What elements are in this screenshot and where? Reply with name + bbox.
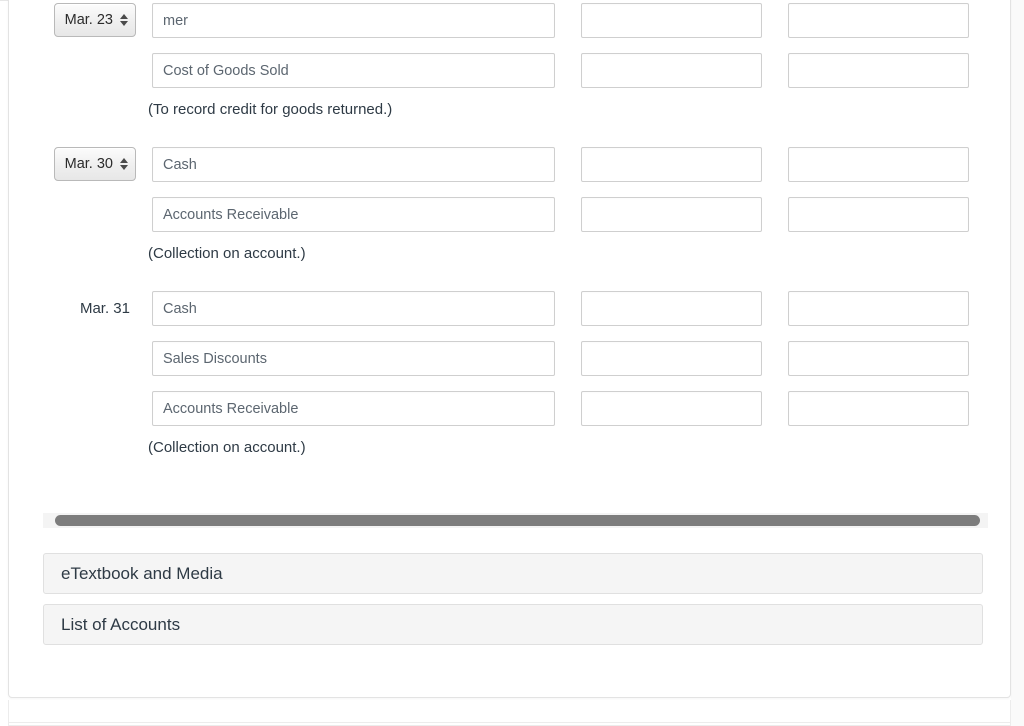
debit-input-0-0[interactable] [581, 3, 762, 38]
accordion-label: List of Accounts [61, 614, 181, 634]
page-footer-strip [8, 700, 1011, 726]
account-input-2-2[interactable] [152, 391, 555, 426]
date-select-value: Mar. 30 [64, 156, 113, 172]
debit-input-2-1[interactable] [581, 341, 762, 376]
journal-row [9, 333, 1010, 383]
journal-row [9, 189, 1010, 239]
date-cell: Mar. 30 [9, 139, 144, 189]
date-cell [9, 383, 144, 433]
credit-input-1-1[interactable] [788, 197, 969, 232]
right-gutter [1011, 0, 1024, 726]
account-input-1-0[interactable] [152, 147, 555, 182]
account-input-1-1[interactable] [152, 197, 555, 232]
explanation-row: (To record credit for goods returned.) [9, 95, 1010, 139]
entry-explanation-0: (To record credit for goods returned.) [148, 101, 393, 118]
account-input-0-1[interactable] [152, 53, 555, 88]
date-select-0[interactable]: Mar. 23 [53, 3, 136, 37]
date-select-1[interactable]: Mar. 30 [53, 147, 136, 181]
credit-input-1-0[interactable] [788, 147, 969, 182]
journal-row [9, 45, 1010, 95]
date-cell [9, 333, 144, 383]
entry-explanation-2: (Collection on account.) [148, 439, 306, 456]
debit-input-2-2[interactable] [581, 391, 762, 426]
account-input-2-0[interactable] [152, 291, 555, 326]
debit-input-0-1[interactable] [581, 53, 762, 88]
accordion-list-of-accounts[interactable]: List of Accounts [43, 604, 983, 645]
debit-input-1-1[interactable] [581, 197, 762, 232]
debit-input-2-0[interactable] [581, 291, 762, 326]
explanation-row: (Collection on account.) [9, 433, 1010, 477]
spinner-arrows-icon [120, 155, 128, 173]
credit-input-0-0[interactable] [788, 3, 969, 38]
explanation-row: (Collection on account.) [9, 239, 1010, 283]
credit-input-2-2[interactable] [788, 391, 969, 426]
journal-row [9, 383, 1010, 433]
spinner-arrows-icon [120, 11, 128, 29]
journal-row: Mar. 30 [9, 139, 1010, 189]
journal-entry-card: Mar. 23 mer Cost of Goods Sold (To recor… [8, 0, 1011, 698]
date-cell: Mar. 23 [9, 0, 144, 45]
page-root: Mar. 23 mer Cost of Goods Sold (To recor… [0, 0, 1024, 726]
footer-divider [9, 722, 1010, 723]
date-cell [9, 45, 144, 95]
account-input-2-1[interactable] [152, 341, 555, 376]
debit-input-1-0[interactable] [581, 147, 762, 182]
credit-input-0-1[interactable] [788, 53, 969, 88]
date-cell: Mar. 31 [9, 283, 144, 333]
date-text-2: Mar. 31 [79, 299, 130, 317]
credit-input-2-1[interactable] [788, 341, 969, 376]
horizontal-scrollbar-thumb[interactable] [55, 515, 980, 526]
entry-explanation-1: (Collection on account.) [148, 245, 306, 262]
journal-row: Mar. 23 [9, 0, 1010, 45]
account-input-0-0[interactable] [152, 3, 555, 38]
accordion-etextbook-and-media[interactable]: eTextbook and Media [43, 553, 983, 594]
journal-row: Mar. 31 [9, 283, 1010, 333]
horizontal-scrollbar[interactable] [43, 513, 988, 528]
credit-input-2-0[interactable] [788, 291, 969, 326]
journal-scroll-region[interactable]: Mar. 23 mer Cost of Goods Sold (To recor… [9, 0, 1010, 515]
accordion-label: eTextbook and Media [61, 563, 223, 583]
journal-entry-table: Mar. 23 mer Cost of Goods Sold (To recor… [9, 0, 1010, 477]
date-select-value: Mar. 23 [64, 12, 113, 28]
date-cell [9, 189, 144, 239]
